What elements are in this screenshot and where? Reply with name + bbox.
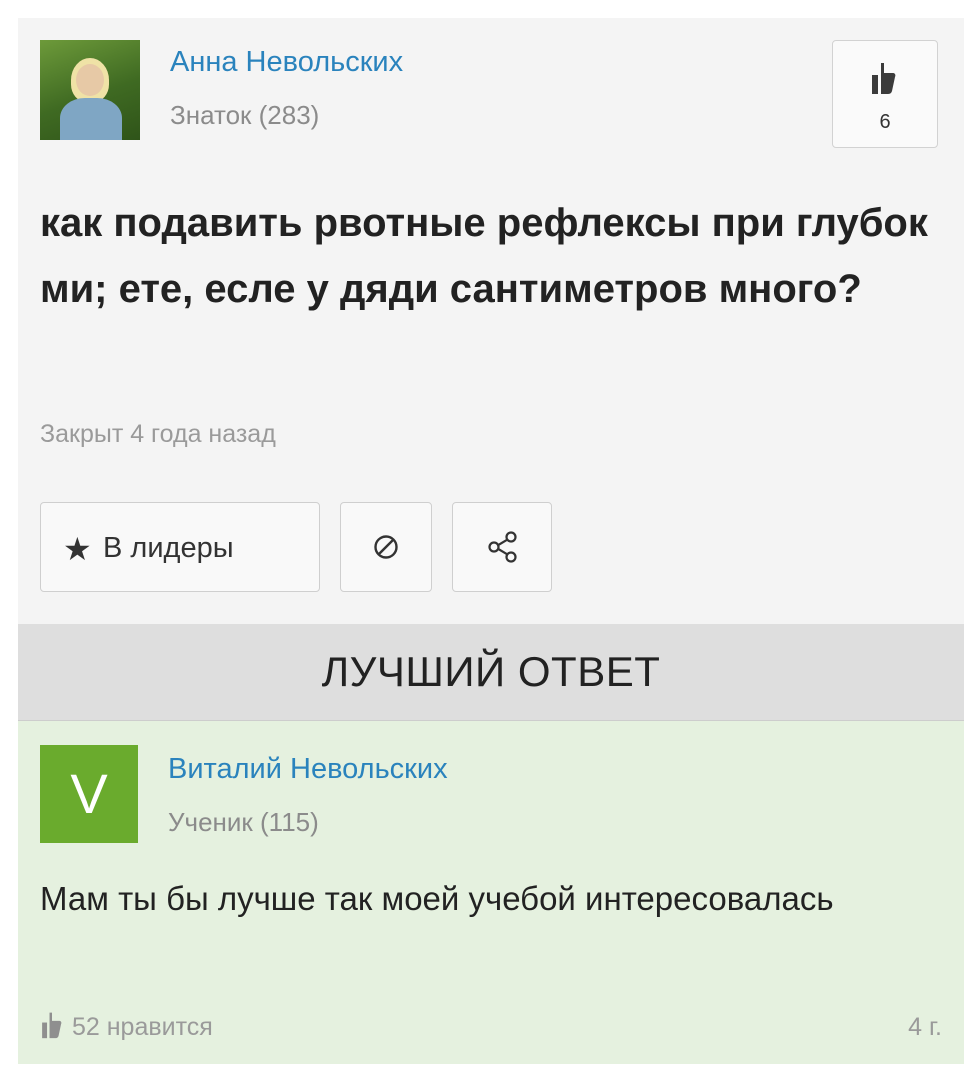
- thumbs-up-icon: [872, 63, 896, 94]
- screenshot-frame: Анна Невольских Знаток (283) 6 как подав…: [18, 18, 964, 1064]
- author-rank: Знаток (283): [170, 100, 320, 130]
- share-icon: [488, 531, 517, 563]
- best-answer-title: ЛУЧШИЙ ОТВЕТ: [321, 648, 661, 695]
- question-status: Закрыт 4 года назад: [40, 420, 276, 448]
- report-icon: [374, 535, 398, 559]
- answer-author-rank: Ученик (115): [168, 807, 319, 837]
- avatar-letter: V: [70, 762, 108, 825]
- report-button[interactable]: [340, 502, 432, 592]
- answer-likes-label: 52 нравится: [72, 1013, 213, 1041]
- answer-author-avatar[interactable]: V: [40, 745, 138, 843]
- share-button[interactable]: [452, 502, 552, 592]
- answer-author-name-link[interactable]: Виталий Невольских: [168, 753, 448, 786]
- star-icon: ★: [63, 531, 92, 567]
- add-to-leaders-label: В лидеры: [103, 532, 234, 564]
- add-to-leaders-button[interactable]: ★ В лидеры: [40, 502, 320, 592]
- answer-text: Мам ты бы лучше так моей учебой интересо…: [40, 880, 834, 917]
- best-answer-card: V Виталий Невольских Ученик (115) Мам ты…: [18, 721, 964, 1064]
- question-card: Анна Невольских Знаток (283) 6 как подав…: [18, 18, 964, 624]
- thumbs-up-icon: [42, 1012, 62, 1039]
- answer-age: 4 г.: [908, 1013, 942, 1041]
- like-count: 6: [879, 111, 891, 133]
- author-avatar[interactable]: [40, 40, 140, 140]
- question-title: как подавить рвотные рефлексы при глубок…: [40, 201, 928, 311]
- avatar-body: [60, 98, 122, 140]
- author-name-link[interactable]: Анна Невольских: [170, 46, 403, 79]
- best-answer-banner: ЛУЧШИЙ ОТВЕТ: [18, 624, 964, 721]
- avatar-face: [76, 64, 104, 96]
- like-button[interactable]: 6: [832, 40, 938, 148]
